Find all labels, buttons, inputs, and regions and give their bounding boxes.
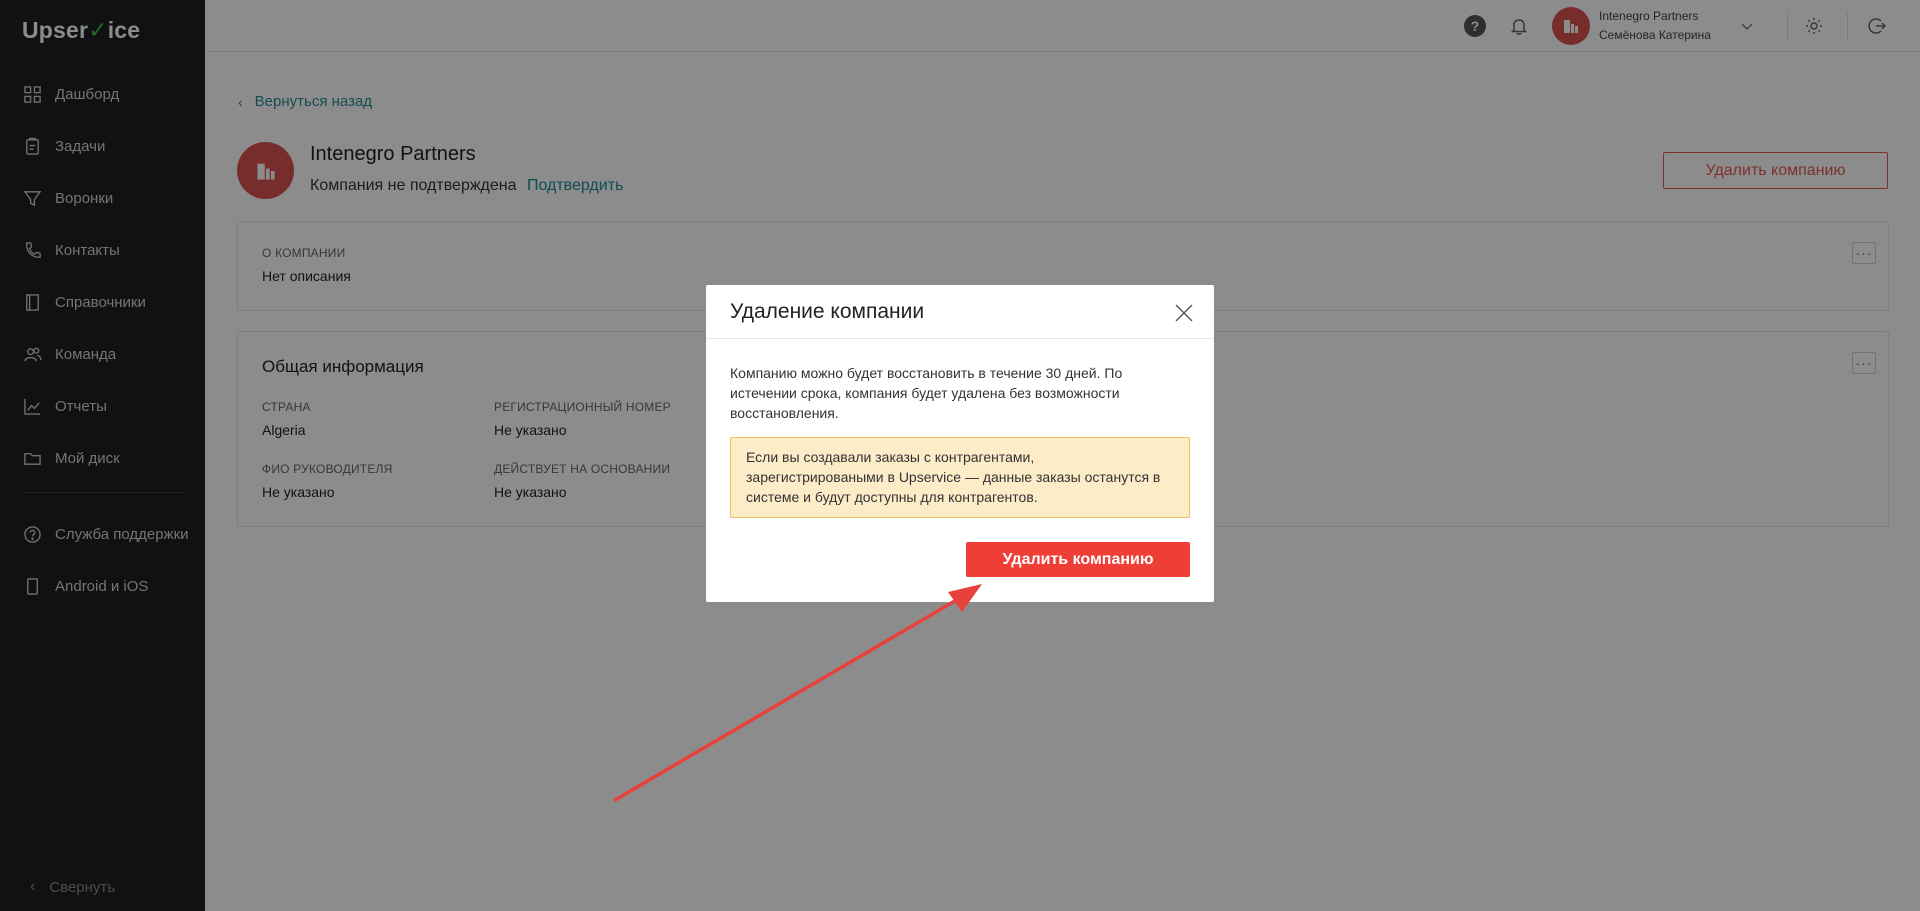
confirm-delete-button[interactable]: Удалить компанию	[966, 542, 1190, 577]
dialog-message: Компанию можно будет восстановить в тече…	[730, 365, 1123, 421]
close-icon	[1175, 304, 1193, 322]
dialog-title: Удаление компании	[730, 300, 925, 323]
dialog-warning: Если вы создавали заказы с контрагентами…	[730, 437, 1190, 518]
close-dialog-button[interactable]	[1172, 301, 1196, 325]
delete-company-dialog: Удаление компании Компанию можно будет в…	[706, 285, 1214, 602]
dialog-divider	[706, 338, 1214, 339]
